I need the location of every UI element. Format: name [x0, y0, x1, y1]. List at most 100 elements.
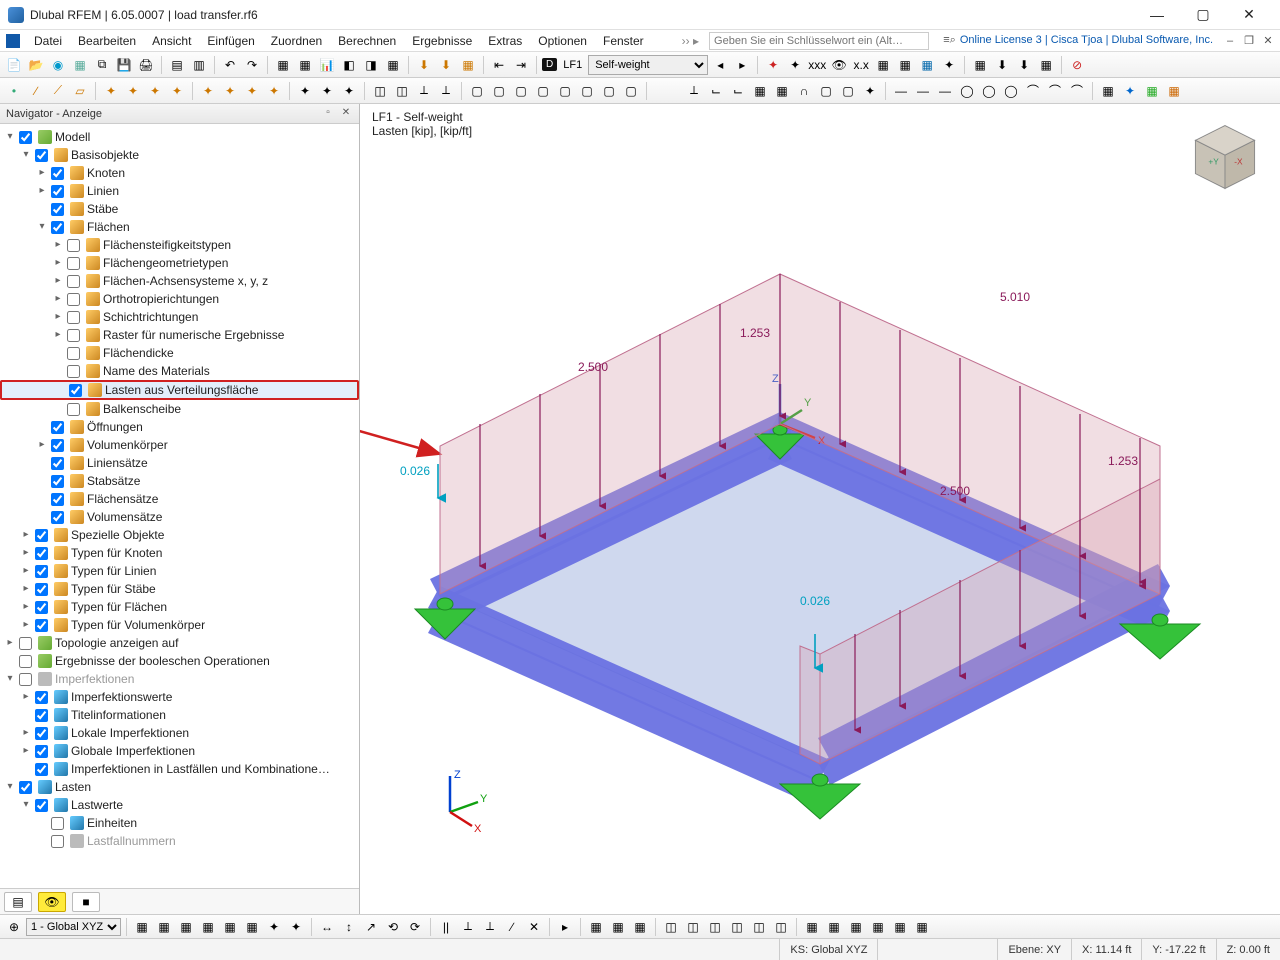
bb-26[interactable]: ◫ [727, 917, 747, 937]
tree-imperf[interactable]: Imperfektionen [55, 670, 134, 688]
tree-flsteif[interactable]: Flächensteifigkeitstypen [103, 236, 231, 254]
tree-knoten[interactable]: Knoten [87, 164, 125, 182]
new-icon[interactable]: 📄 [4, 55, 24, 75]
chk-boole[interactable] [19, 655, 32, 668]
chk-impk[interactable] [35, 763, 48, 776]
loadcase-select[interactable]: Self-weight [588, 55, 708, 75]
tree-flaechen[interactable]: Flächen [87, 218, 130, 236]
block-icon[interactable]: ▦ [70, 55, 90, 75]
chk-flsteif[interactable] [67, 239, 80, 252]
redo-icon[interactable]: ↷ [242, 55, 262, 75]
t2-v1[interactable]: ⟂ [684, 81, 704, 101]
tree-lasten[interactable]: Lasten [55, 778, 91, 796]
bb-10[interactable]: ↕ [339, 917, 359, 937]
chk-flsatz[interactable] [51, 493, 64, 506]
t2-15[interactable]: ✦ [339, 81, 359, 101]
t2-v4[interactable]: ▦ [750, 81, 770, 101]
t2-v8[interactable]: ▢ [838, 81, 858, 101]
chk-flortho[interactable] [67, 293, 80, 306]
bb-29[interactable]: ▦ [802, 917, 822, 937]
t2-11[interactable]: ✦ [242, 81, 262, 101]
bb-25[interactable]: ◫ [705, 917, 725, 937]
tree-boole[interactable]: Ergebnisse der booleschen Operationen [55, 652, 270, 670]
bb-1[interactable]: ▦ [132, 917, 152, 937]
ext2-icon[interactable]: ⬇ [992, 55, 1012, 75]
load1-icon[interactable]: ⬇ [414, 55, 434, 75]
chk-topo[interactable] [19, 637, 32, 650]
vis2-icon[interactable]: ✦ [785, 55, 805, 75]
menu-datei[interactable]: Datei [26, 32, 70, 50]
t2-v3[interactable]: ⌙ [728, 81, 748, 101]
t2-13[interactable]: ✦ [295, 81, 315, 101]
line-tool-icon[interactable]: ∕ [26, 81, 46, 101]
t2-s7[interactable]: ⌒ [1023, 81, 1043, 101]
t2-19[interactable]: ⟂ [436, 81, 456, 101]
bb-12[interactable]: ⟲ [383, 917, 403, 937]
tree-staebe[interactable]: Stäbe [87, 200, 118, 218]
t2-s6[interactable]: ◯ [1001, 81, 1021, 101]
chk-fldicke[interactable] [67, 347, 80, 360]
chk-linsatz[interactable] [51, 457, 64, 470]
tree-basis[interactable]: Basisobjekte [71, 146, 139, 164]
vis3-icon[interactable]: xxx [807, 55, 827, 75]
bb-31[interactable]: ▦ [846, 917, 866, 937]
stop-icon[interactable]: ⊘ [1067, 55, 1087, 75]
calc-icon[interactable]: 📊 [317, 55, 337, 75]
lf-next-icon[interactable]: ▸ [732, 55, 752, 75]
t2-v6[interactable]: ∩ [794, 81, 814, 101]
chk-flbalken[interactable] [67, 403, 80, 416]
chk-tkn[interactable] [35, 547, 48, 560]
bb-32[interactable]: ▦ [868, 917, 888, 937]
t2-6[interactable]: ✦ [123, 81, 143, 101]
tree-spez[interactable]: Spezielle Objekte [71, 526, 164, 544]
result-icon[interactable]: ◧ [339, 55, 359, 75]
nav-tab-views[interactable]: ■ [72, 892, 100, 912]
menu-einfuegen[interactable]: Einfügen [199, 32, 262, 50]
bb-18[interactable]: ✕ [524, 917, 544, 937]
bb-4[interactable]: ▦ [198, 917, 218, 937]
close-button[interactable]: ✕ [1226, 0, 1272, 30]
chk-oeff[interactable] [51, 421, 64, 434]
nav-tab-data[interactable]: ▤ [4, 892, 32, 912]
chk-volk[interactable] [51, 439, 64, 452]
chk-flaechen[interactable] [51, 221, 64, 234]
ext4-icon[interactable]: ▦ [1036, 55, 1056, 75]
tree-volsatz[interactable]: Volumensätze [87, 508, 162, 526]
t2-7[interactable]: ✦ [145, 81, 165, 101]
tree-modell[interactable]: Modell [55, 128, 90, 146]
bb-23[interactable]: ◫ [661, 917, 681, 937]
cs-icon[interactable]: ⊕ [4, 917, 24, 937]
tree-lfnum[interactable]: Lastfallnummern [87, 832, 176, 850]
t2-26[interactable]: ▢ [599, 81, 619, 101]
cloud-icon[interactable]: ◉ [48, 55, 68, 75]
t2-12[interactable]: ✦ [264, 81, 284, 101]
bb-6[interactable]: ▦ [242, 917, 262, 937]
t2-v5[interactable]: ▦ [772, 81, 792, 101]
open-icon[interactable]: 📂 [26, 55, 46, 75]
t2-s3[interactable]: — [935, 81, 955, 101]
mdi-close[interactable]: ✕ [1260, 34, 1276, 47]
chk-tvk[interactable] [35, 619, 48, 632]
t2-27[interactable]: ▢ [621, 81, 641, 101]
tree-flmat[interactable]: Name des Materials [103, 362, 210, 380]
align2-icon[interactable]: ⇥ [511, 55, 531, 75]
t2-g4[interactable]: ▦ [1164, 81, 1184, 101]
bb-21[interactable]: ▦ [608, 917, 628, 937]
chk-volsatz[interactable] [51, 511, 64, 524]
chk-tfl[interactable] [35, 601, 48, 614]
t2-18[interactable]: ⟂ [414, 81, 434, 101]
t2-25[interactable]: ▢ [577, 81, 597, 101]
chk-fllasten[interactable] [69, 384, 82, 397]
chk-spez[interactable] [35, 529, 48, 542]
bb-27[interactable]: ◫ [749, 917, 769, 937]
tree-flachs[interactable]: Flächen-Achsensysteme x, y, z [103, 272, 268, 290]
vis7-icon[interactable]: ▦ [895, 55, 915, 75]
vis1-icon[interactable]: ✦ [763, 55, 783, 75]
menu-fenster[interactable]: Fenster [595, 32, 652, 50]
chk-tli[interactable] [35, 565, 48, 578]
tree-tst[interactable]: Typen für Stäbe [71, 580, 156, 598]
load3-icon[interactable]: ▦ [458, 55, 478, 75]
bb-28[interactable]: ◫ [771, 917, 791, 937]
print-icon[interactable]: 🖨 [136, 55, 156, 75]
table1-icon[interactable]: ▦ [273, 55, 293, 75]
